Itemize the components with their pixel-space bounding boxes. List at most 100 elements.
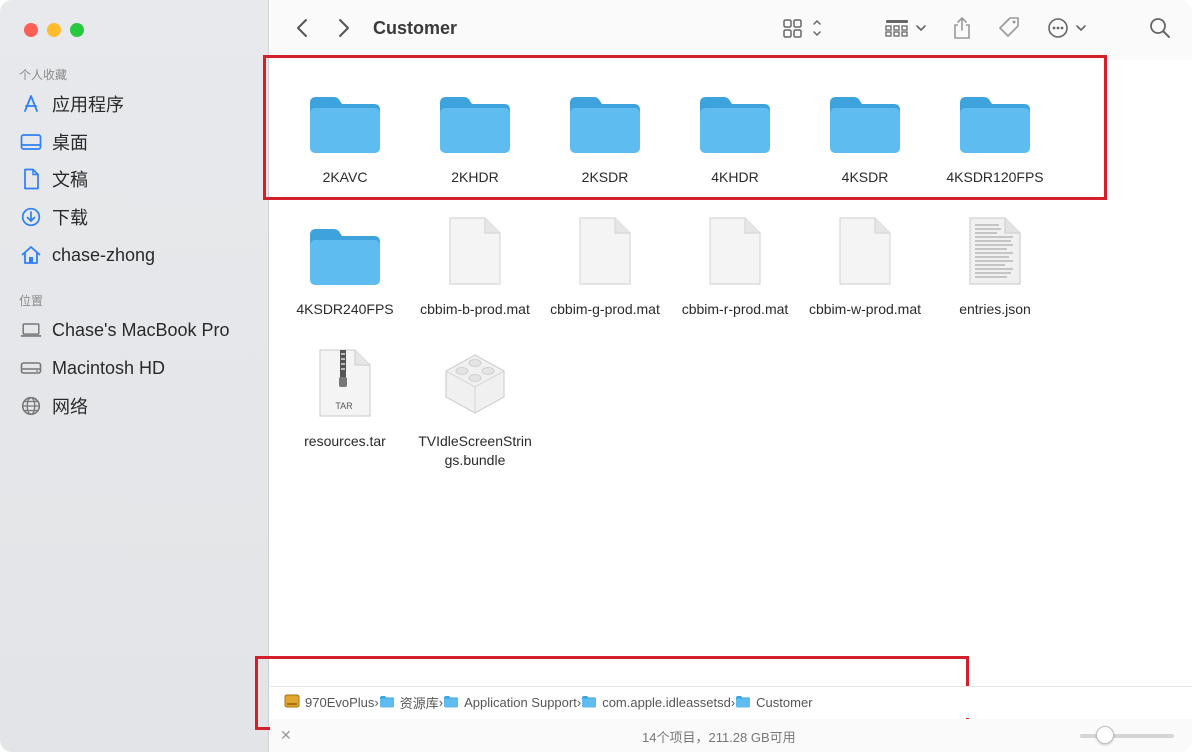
document-icon <box>707 215 763 292</box>
group-button[interactable] <box>884 16 930 44</box>
search-button[interactable] <box>1148 16 1172 44</box>
laptop-icon <box>20 319 42 341</box>
folder-icon <box>308 225 382 292</box>
applications-icon <box>20 93 42 115</box>
document-icon <box>20 168 42 190</box>
path-crumb-app-support[interactable]: Application Support <box>443 695 577 711</box>
sidebar-section-favorites: 个人收藏 <box>19 68 68 82</box>
file-item[interactable]: 4KSDR120FPS <box>930 80 1060 187</box>
sidebar-item-applications[interactable]: 应用程序 <box>20 89 260 119</box>
share-button[interactable] <box>950 16 974 44</box>
tag-icon <box>997 16 1021 45</box>
file-name: 4KSDR120FPS <box>946 169 1044 185</box>
folder-icon <box>438 93 512 160</box>
close-icon[interactable]: ✕ <box>280 727 292 744</box>
icon-size-slider-knob[interactable] <box>1096 726 1114 744</box>
document-icon <box>837 215 893 292</box>
sidebar-item-network[interactable]: 网络 <box>20 391 260 421</box>
path-crumb-volume[interactable]: 970EvoPlus <box>284 694 374 711</box>
back-button[interactable] <box>290 16 314 44</box>
file-item[interactable]: 2KSDR <box>540 80 670 187</box>
chevron-right-icon <box>338 18 350 43</box>
path-crumb-idleassetsd[interactable]: com.apple.idleassetsd <box>581 695 731 711</box>
file-name: TVIdleScreenStrings.bundle <box>418 433 532 468</box>
icon-size-slider[interactable] <box>1080 734 1174 738</box>
folder-icon <box>698 93 772 160</box>
status-bar: ✕ 14个项目，211.28 GB可用 <box>270 719 1192 752</box>
path-crumb-label: Customer <box>756 695 813 710</box>
path-bar: 970EvoPlus › 资源库 › Application Support ›… <box>270 686 1192 718</box>
sidebar-item-label: Chase's MacBook Pro <box>52 319 230 340</box>
file-name: 2KSDR <box>581 169 629 185</box>
sidebar-item-macbook[interactable]: Chase's MacBook Pro <box>20 315 260 345</box>
file-item[interactable]: 4KHDR <box>670 80 800 187</box>
folder-icon <box>568 93 642 160</box>
file-item[interactable]: entries.json <box>930 212 1060 319</box>
folder-icon <box>379 695 395 711</box>
sidebar-item-downloads[interactable]: 下载 <box>20 202 260 232</box>
file-item[interactable]: 4KSDR <box>800 80 930 187</box>
tag-button[interactable] <box>996 16 1022 44</box>
minimize-window-button[interactable] <box>47 23 61 37</box>
sidebar-item-label: 下载 <box>52 208 88 228</box>
folder-icon <box>828 93 902 160</box>
file-item[interactable]: TAR resources.tar <box>280 344 410 451</box>
file-name: cbbim-r-prod.mat <box>681 301 789 317</box>
sidebar-item-label: Macintosh HD <box>52 357 166 378</box>
folder-icon <box>581 695 597 711</box>
search-icon <box>1149 17 1171 44</box>
file-item[interactable]: 2KAVC <box>280 80 410 187</box>
sidebar-item-label: 网络 <box>52 397 88 417</box>
ellipsis-circle-icon <box>1046 17 1090 44</box>
bundle-icon <box>440 349 510 424</box>
file-name: entries.json <box>959 301 1031 317</box>
window-controls <box>24 23 84 37</box>
status-text: 14个项目，211.28 GB可用 <box>642 730 796 745</box>
folder-icon <box>308 93 382 160</box>
path-crumb-label: com.apple.idleassetsd <box>602 695 731 710</box>
network-icon <box>20 395 42 417</box>
path-crumb-label: Application Support <box>464 695 577 710</box>
forward-button[interactable] <box>332 16 356 44</box>
chevron-left-icon <box>296 18 308 43</box>
file-item[interactable]: cbbim-w-prod.mat <box>800 212 930 319</box>
sidebar-item-label: 文稿 <box>52 170 88 190</box>
view-mode-button[interactable] <box>780 16 824 44</box>
archive-icon: TAR <box>317 347 373 424</box>
tar-badge: TAR <box>335 401 353 411</box>
drive-icon <box>20 357 42 379</box>
zoom-window-button[interactable] <box>70 23 84 37</box>
file-name: 4KSDR240FPS <box>296 301 394 317</box>
sidebar-item-documents[interactable]: 文稿 <box>20 164 260 194</box>
json-file-icon <box>967 215 1023 292</box>
share-icon <box>952 16 972 45</box>
grid-view-icon <box>782 18 822 43</box>
file-item[interactable]: cbbim-g-prod.mat <box>540 212 670 319</box>
download-icon <box>20 206 42 228</box>
file-item[interactable]: cbbim-b-prod.mat <box>410 212 540 319</box>
sidebar-item-label: 桌面 <box>52 133 88 153</box>
folder-icon <box>958 93 1032 160</box>
sidebar-item-home[interactable]: chase-zhong <box>20 240 260 270</box>
file-item[interactable]: TVIdleScreenStrings.bundle <box>410 344 540 470</box>
finder-window: 个人收藏 应用程序 桌面 文稿 下载 chase-zhong 位置 Chase'… <box>0 0 1192 752</box>
file-item[interactable]: 4KSDR240FPS <box>280 212 410 319</box>
file-name: cbbim-w-prod.mat <box>808 301 922 317</box>
path-crumb-label: 970EvoPlus <box>305 695 375 710</box>
file-name: cbbim-b-prod.mat <box>420 301 530 317</box>
path-crumb-customer[interactable]: Customer <box>735 695 813 711</box>
sidebar-item-desktop[interactable]: 桌面 <box>20 127 260 157</box>
more-actions-button[interactable] <box>1046 16 1090 44</box>
sidebar-item-label: 应用程序 <box>52 95 124 115</box>
file-item[interactable]: cbbim-r-prod.mat <box>670 212 800 319</box>
sidebar-section-locations: 位置 <box>19 294 44 308</box>
close-window-button[interactable] <box>24 23 38 37</box>
file-name: 4KSDR <box>841 169 889 185</box>
path-crumb-library[interactable]: 资源库 <box>379 693 439 712</box>
external-drive-icon <box>284 694 300 711</box>
group-view-icon <box>884 18 930 43</box>
sidebar-item-macintosh-hd[interactable]: Macintosh HD <box>20 353 260 383</box>
sidebar: 个人收藏 应用程序 桌面 文稿 下载 chase-zhong 位置 Chase'… <box>0 0 269 752</box>
document-icon <box>577 215 633 292</box>
file-item[interactable]: 2KHDR <box>410 80 540 187</box>
